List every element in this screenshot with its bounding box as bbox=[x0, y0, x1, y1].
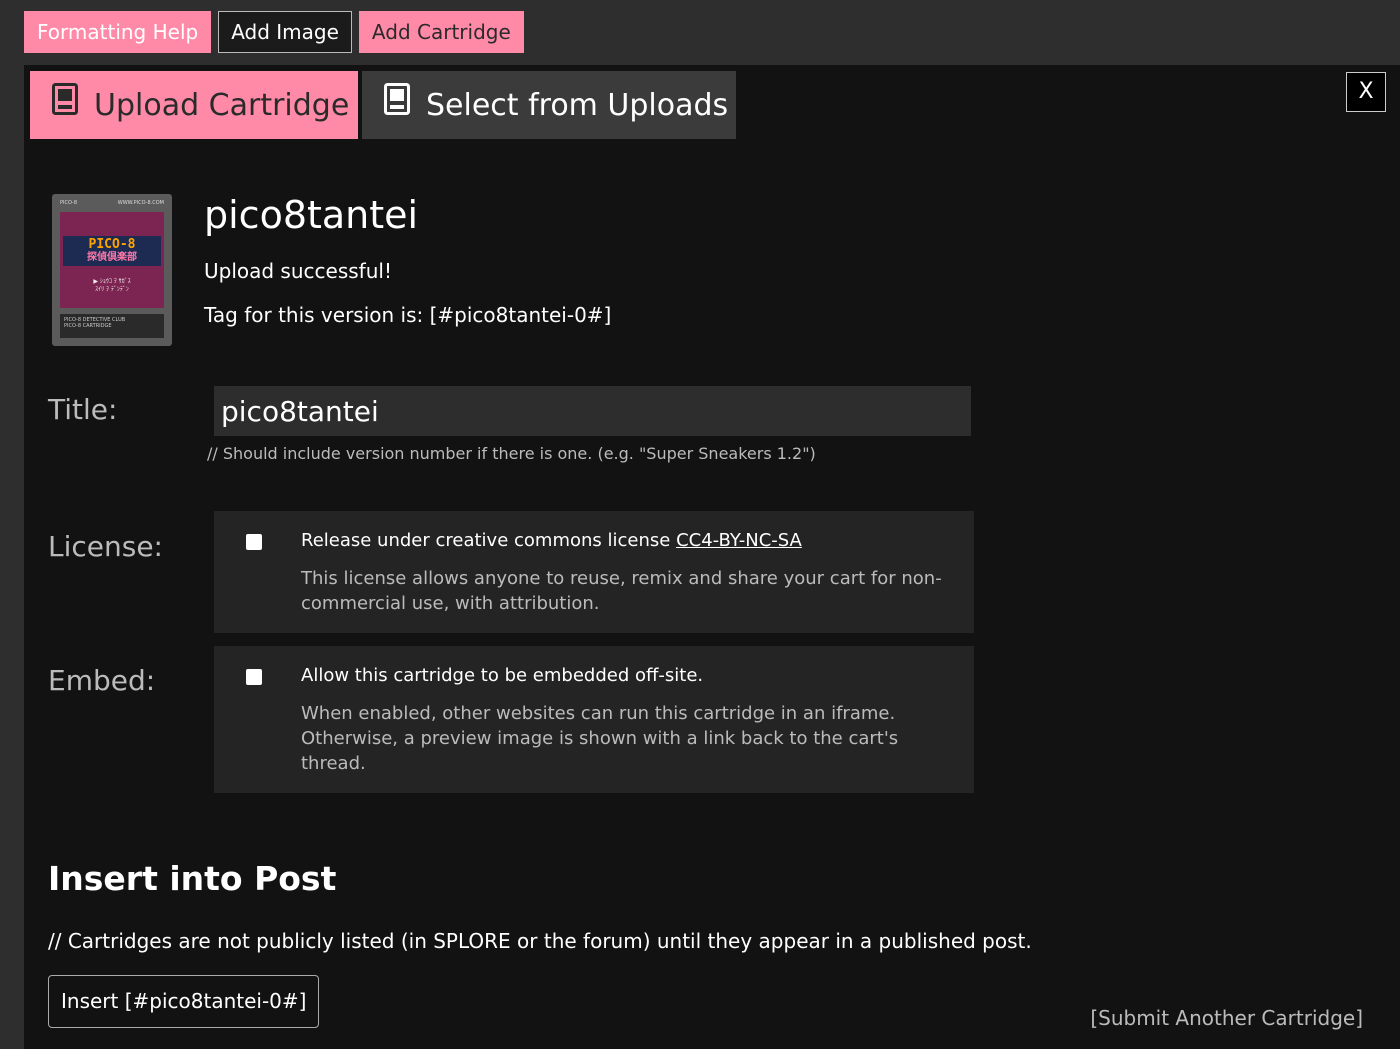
license-text: Release under creative commons license bbox=[301, 530, 677, 551]
embed-description: When enabled, other websites can run thi… bbox=[301, 703, 899, 774]
submit-another-link[interactable]: [Submit Another Cartridge] bbox=[1090, 1006, 1363, 1030]
embed-option-text: Allow this cartridge to be embedded off-… bbox=[301, 665, 704, 686]
license-label: License: bbox=[48, 530, 163, 563]
insert-heading: Insert into Post bbox=[48, 859, 337, 898]
cartridge-icon bbox=[384, 83, 410, 115]
version-tag: Tag for this version is: [#pico8tantei-0… bbox=[204, 303, 612, 327]
dialog-tabs: Upload Cartridge Select from Uploads bbox=[30, 71, 736, 139]
tab-label: Select from Uploads bbox=[426, 87, 729, 123]
license-link[interactable]: CC4-BY-NC-SA bbox=[676, 530, 802, 551]
license-description: This license allows anyone to reuse, rem… bbox=[301, 568, 942, 614]
add-cartridge-button[interactable]: Add Cartridge bbox=[358, 11, 524, 53]
embed-label: Embed: bbox=[48, 664, 156, 697]
insert-note: // Cartridges are not publicly listed (i… bbox=[48, 929, 1032, 953]
cartridge-footer-art: PICO-8 DETECTIVE CLUB PICO-8 CARTRIDGE bbox=[60, 314, 164, 338]
cartridge-header-art: PICO-8 WWW.PICO-8.COM bbox=[60, 200, 164, 206]
upload-status: Upload successful! bbox=[204, 259, 392, 283]
tab-upload-cartridge[interactable]: Upload Cartridge bbox=[30, 71, 358, 139]
license-option-text: Release under creative commons license C… bbox=[301, 530, 802, 551]
embed-option: Allow this cartridge to be embedded off-… bbox=[214, 646, 974, 793]
tab-label: Upload Cartridge bbox=[94, 87, 350, 123]
close-button[interactable]: X bbox=[1346, 72, 1386, 112]
title-input[interactable] bbox=[214, 386, 971, 436]
cartridge-thumbnail: PICO-8 WWW.PICO-8.COM PICO-8 探偵倶楽部 ▶ ｼｮｳｺ … bbox=[52, 194, 172, 346]
embed-checkbox[interactable] bbox=[246, 669, 262, 685]
add-cartridge-dialog: Upload Cartridge Select from Uploads X P… bbox=[24, 65, 1400, 1049]
tab-select-from-uploads[interactable]: Select from Uploads bbox=[362, 71, 736, 139]
add-image-button[interactable]: Add Image bbox=[218, 11, 352, 53]
title-hint: // Should include version number if ther… bbox=[207, 444, 816, 463]
cartridge-name: pico8tantei bbox=[204, 193, 419, 237]
formatting-help-button[interactable]: Formatting Help bbox=[24, 11, 212, 53]
editor-toolbar: Formatting Help Add Image Add Cartridge bbox=[24, 11, 524, 53]
license-checkbox[interactable] bbox=[246, 534, 262, 550]
title-label: Title: bbox=[48, 393, 118, 426]
license-option: Release under creative commons license C… bbox=[214, 511, 974, 633]
cartridge-label-art: PICO-8 探偵倶楽部 ▶ ｼｮｳｺ ｦ ｻｶﾞｽ ｽｲﾘ ｦ ﾃﾞﾝﾃﾞﾝ bbox=[60, 212, 164, 308]
cartridge-icon bbox=[52, 83, 78, 115]
insert-tag-button[interactable]: Insert [#pico8tantei-0#] bbox=[48, 975, 320, 1028]
